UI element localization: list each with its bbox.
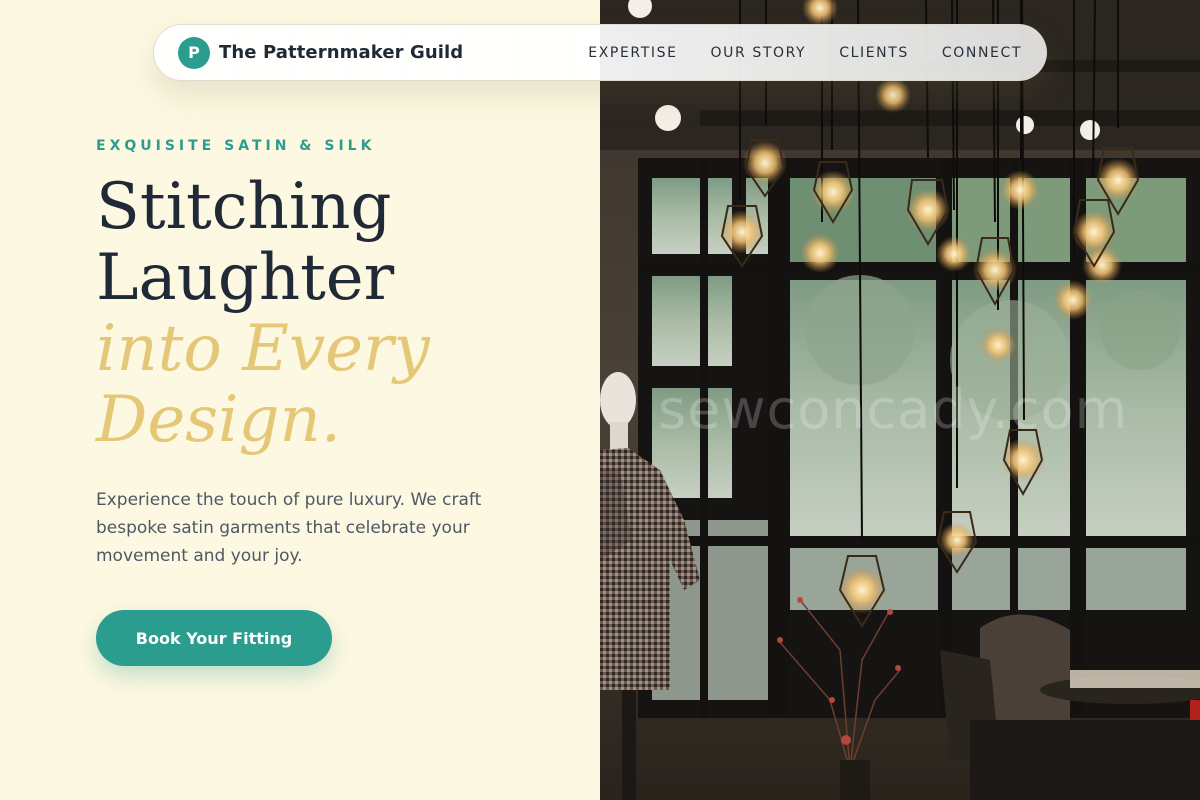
- hero-photo: sewconcady.com: [600, 0, 1200, 800]
- landing-page: sewconcady.com P The Patternmaker Guild …: [0, 0, 1200, 800]
- nav-link-connect[interactable]: CONNECT: [942, 45, 1022, 61]
- headline-line-1: Stitching: [96, 170, 392, 244]
- photo-watermark: sewconcady.com: [658, 378, 1128, 441]
- nav-links: EXPERTISE OUR STORY CLIENTS CONNECT: [588, 45, 1022, 61]
- nav-link-our-story[interactable]: OUR STORY: [711, 45, 807, 61]
- book-fitting-button[interactable]: Book Your Fitting: [96, 610, 332, 666]
- hero-lead: Experience the touch of pure luxury. We …: [96, 490, 482, 566]
- nav-link-clients[interactable]: CLIENTS: [839, 45, 909, 61]
- brand-logo: P: [178, 36, 210, 69]
- brand-link[interactable]: P The Patternmaker Guild: [178, 36, 464, 69]
- hero-eyebrow: EXQUISITE SATIN & SILK: [96, 138, 376, 154]
- headline-line-3: into Every: [96, 312, 430, 386]
- brand-name: The Patternmaker Guild: [219, 42, 464, 63]
- hero-headline: Stitching Laughter into Every Design.: [96, 172, 576, 456]
- nav-link-expertise[interactable]: EXPERTISE: [588, 45, 677, 61]
- top-navbar: P The Patternmaker Guild EXPERTISE OUR S…: [153, 24, 1047, 81]
- headline-line-4: Design.: [96, 383, 342, 457]
- headline-line-2: Laughter: [96, 241, 395, 315]
